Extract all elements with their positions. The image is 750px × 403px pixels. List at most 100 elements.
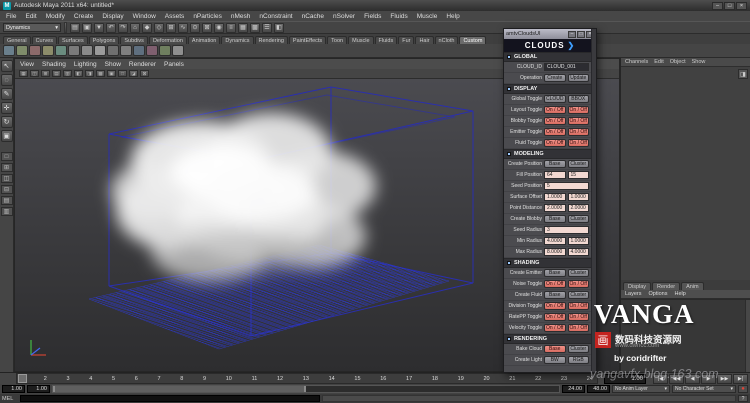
clouds-window-titlebar[interactable]: amtvCloudsUI –□× <box>504 29 596 39</box>
clouds-button[interactable]: Create <box>544 74 566 82</box>
clouds-panel-scrollbar[interactable] <box>591 29 596 372</box>
menu-item[interactable]: Create <box>74 13 94 20</box>
viewport-menu-item[interactable]: Panels <box>164 61 184 68</box>
shelf-tab[interactable]: Rendering <box>255 36 288 44</box>
clouds-button[interactable]: Cluster <box>568 345 590 353</box>
clouds-button[interactable]: On / Off <box>544 280 566 288</box>
clouds-button[interactable]: On / Off <box>568 280 590 288</box>
clouds-field[interactable]: 3 <box>544 226 589 234</box>
range-slider[interactable] <box>52 385 560 393</box>
toolbox-tool-icon[interactable]: ✛ <box>1 102 13 114</box>
clouds-field[interactable]: 4.0000 <box>544 237 566 245</box>
viewport-toolbar-icon[interactable]: ▣ <box>107 70 116 77</box>
viewport-menu-item[interactable]: View <box>20 61 34 68</box>
clouds-button[interactable]: Update <box>568 74 590 82</box>
shelf-item-icon[interactable] <box>3 45 15 56</box>
current-time-marker[interactable] <box>18 374 27 383</box>
clouds-button[interactable]: On / Off <box>568 302 590 310</box>
current-frame-field[interactable]: 1.00 <box>604 374 646 384</box>
clouds-button[interactable]: On / Off <box>568 139 590 147</box>
viewport-toolbar-icon[interactable]: ▤ <box>52 70 61 77</box>
clouds-window-control-button[interactable]: □ <box>577 31 585 38</box>
shelf-tab[interactable]: Custom <box>459 36 486 44</box>
playback-button[interactable]: |◀ <box>653 374 668 384</box>
time-slider-track[interactable]: 123456789101112131415161718192021222324 <box>16 373 598 384</box>
clouds-button[interactable]: Cluster <box>568 269 590 277</box>
statusline-tool-icon[interactable]: ▦ <box>238 23 248 33</box>
channel-box-menu-item[interactable]: Edit <box>654 59 663 65</box>
shelf-item-icon[interactable] <box>42 45 54 56</box>
toolbox-tool-icon[interactable]: ✎ <box>1 88 13 100</box>
mel-input[interactable] <box>20 395 320 402</box>
playback-button[interactable]: ◀◀ <box>669 374 684 384</box>
clouds-button[interactable]: On / Off <box>544 313 566 321</box>
statusline-tool-icon[interactable]: ⊙ <box>190 23 200 33</box>
layout-preset-icon[interactable]: ⊞ <box>1 163 13 172</box>
menu-item[interactable]: Window <box>133 13 156 20</box>
shelf-tab[interactable]: Fur <box>398 36 414 44</box>
menu-item[interactable]: Fields <box>364 13 381 20</box>
clouds-button[interactable]: CLOUD <box>544 95 566 103</box>
menu-item[interactable]: Display <box>102 13 123 20</box>
clouds-button[interactable]: On / Off <box>568 106 590 114</box>
menu-item[interactable]: Edit <box>25 13 36 20</box>
shelf-item-icon[interactable] <box>107 45 119 56</box>
statusline-tool-icon[interactable]: ▤ <box>70 23 80 33</box>
clouds-field[interactable]: 8.0000 <box>544 248 566 256</box>
help-icon[interactable]: ? <box>738 395 748 402</box>
viewport-toolbar-icon[interactable]: ⊞ <box>41 70 50 77</box>
viewport-toolbar-icon[interactable]: ◫ <box>30 70 39 77</box>
shelf-tab[interactable]: Muscle <box>348 36 373 44</box>
clouds-button[interactable]: On / Off <box>568 128 590 136</box>
viewport-toolbar-icon[interactable]: ⊠ <box>140 70 149 77</box>
menu-item[interactable]: Help <box>446 13 459 20</box>
statusline-tool-icon[interactable]: ◧ <box>274 23 284 33</box>
window-control-button[interactable]: – <box>712 2 723 10</box>
viewport-menu-item[interactable]: Lighting <box>74 61 97 68</box>
clouds-section-header[interactable]: SHADING <box>504 258 591 268</box>
statusline-tool-icon[interactable]: ◉ <box>214 23 224 33</box>
shelf-tab[interactable]: Surfaces <box>58 36 88 44</box>
layer-editor-tab[interactable]: Anim <box>681 282 704 290</box>
shelf-item-icon[interactable] <box>16 45 28 56</box>
viewport-toolbar-icon[interactable]: ◧ <box>74 70 83 77</box>
menu-item[interactable]: Modify <box>46 13 65 20</box>
clouds-button[interactable]: Cluster <box>568 215 590 223</box>
shelf-tab[interactable]: Deformation <box>149 36 187 44</box>
shelf-tab[interactable]: Toon <box>327 36 347 44</box>
clouds-field[interactable]: 15 <box>568 171 590 179</box>
clouds-field[interactable]: 4.0000 <box>568 248 590 256</box>
clouds-section-header[interactable]: GLOBAL <box>504 52 591 62</box>
shelf-item-icon[interactable] <box>68 45 80 56</box>
statusline-tool-icon[interactable]: ▩ <box>250 23 260 33</box>
clouds-button[interactable]: On / Off <box>544 106 566 114</box>
viewport-toolbar-icon[interactable]: □ <box>118 70 127 77</box>
layer-editor-menu-item[interactable]: Help <box>674 291 685 297</box>
clouds-button[interactable]: Cluster <box>568 291 590 299</box>
toolbox-tool-icon[interactable]: ↻ <box>1 116 13 128</box>
menu-set-dropdown[interactable]: Dynamics ▾ <box>3 23 61 32</box>
shelf-tab[interactable]: Subdivs <box>120 36 148 44</box>
shelf-tab[interactable]: Curves <box>32 36 57 44</box>
viewport-toolbar-icon[interactable]: ▦ <box>19 70 28 77</box>
clouds-button[interactable]: Base <box>544 160 566 168</box>
menu-item[interactable]: Muscle <box>417 13 438 20</box>
clouds-button[interactable]: On / Off <box>544 324 566 332</box>
clouds-button[interactable]: On / Off <box>544 128 566 136</box>
shelf-item-icon[interactable] <box>81 45 93 56</box>
animation-start-field[interactable]: 1.00 <box>2 385 25 393</box>
layer-editor-tab[interactable]: Render <box>652 282 680 290</box>
statusline-tool-icon[interactable]: ⌂ <box>130 23 140 33</box>
layer-editor-menu-item[interactable]: Layers <box>625 291 642 297</box>
shelf-item-icon[interactable] <box>146 45 158 56</box>
playback-button[interactable]: ▶ <box>701 374 716 384</box>
animation-end-field[interactable]: 48.00 <box>587 385 610 393</box>
layer-list-scrollbar[interactable] <box>745 300 750 372</box>
shelf-tab[interactable]: Hair <box>415 36 433 44</box>
viewport-toolbar-icon[interactable]: ◪ <box>129 70 138 77</box>
playback-start-field[interactable]: 1.00 <box>27 385 50 393</box>
shelf-item-icon[interactable] <box>172 45 184 56</box>
clouds-field[interactable]: 1.0000 <box>544 193 566 201</box>
channel-box-toggle-icon[interactable]: ◨ <box>738 69 748 79</box>
mel-label[interactable]: MEL <box>2 396 18 402</box>
